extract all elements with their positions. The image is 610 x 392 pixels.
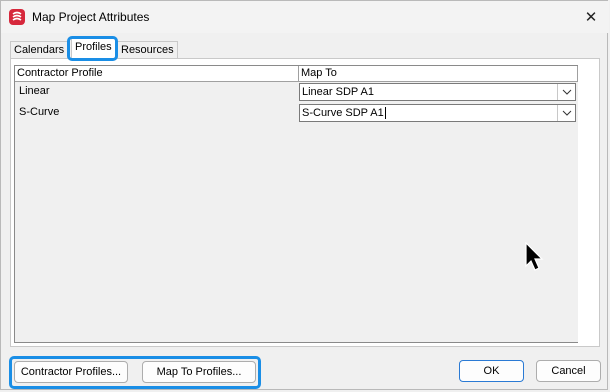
map-to-value: S-Curve SDP A1 xyxy=(302,107,384,119)
chevron-down-icon[interactable] xyxy=(557,105,575,121)
profile-mapping-grid: Contractor Profile Map To Linear Linear … xyxy=(14,65,578,343)
column-contractor-profile[interactable]: Contractor Profile xyxy=(15,66,299,81)
mouse-pointer-icon xyxy=(525,241,545,275)
map-to-value: Linear SDP A1 xyxy=(302,86,374,98)
buttons-highlight xyxy=(9,356,261,389)
tab-profiles-highlight xyxy=(67,36,118,61)
title-bar: Map Project Attributes ✕ xyxy=(1,1,609,33)
profile-cell: S-Curve xyxy=(19,106,60,118)
chevron-down-icon[interactable] xyxy=(557,84,575,100)
map-project-attributes-dialog: Map Project Attributes ✕ Calendars Profi… xyxy=(0,0,609,390)
map-to-select[interactable]: S-Curve SDP A1 xyxy=(299,104,576,122)
close-icon[interactable]: ✕ xyxy=(581,7,601,27)
window-title: Map Project Attributes xyxy=(32,10,150,24)
app-icon xyxy=(9,9,25,25)
cancel-button[interactable]: Cancel xyxy=(536,360,601,382)
tab-resources[interactable]: Resources xyxy=(117,41,178,59)
grid-header: Contractor Profile Map To xyxy=(15,66,578,82)
column-map-to[interactable]: Map To xyxy=(299,66,578,81)
table-row: Linear Linear SDP A1 xyxy=(15,82,578,104)
profile-cell: Linear xyxy=(19,85,50,97)
text-caret xyxy=(384,107,386,120)
tab-calendars[interactable]: Calendars xyxy=(10,41,69,59)
map-to-select[interactable]: Linear SDP A1 xyxy=(299,83,576,101)
table-row: S-Curve S-Curve SDP A1 xyxy=(15,103,578,125)
ok-button[interactable]: OK xyxy=(459,360,524,382)
